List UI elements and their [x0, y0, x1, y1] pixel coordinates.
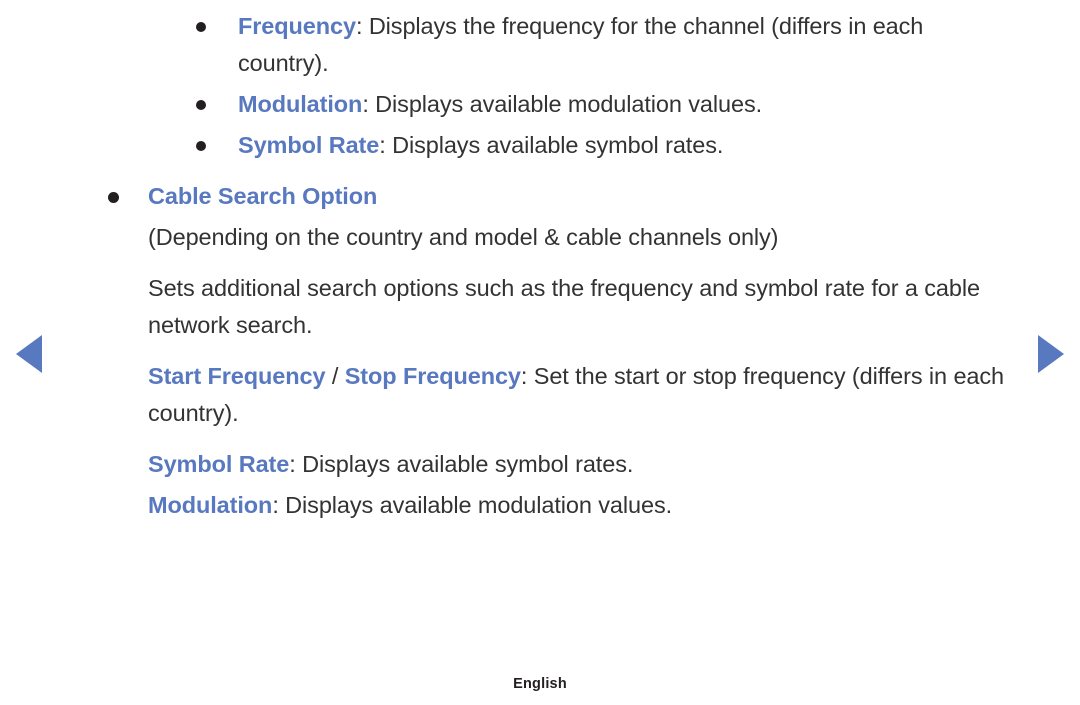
bullet-icon — [196, 141, 206, 151]
list-item-description: Displays available symbol rates. — [392, 132, 724, 158]
list-item-keyword: Frequency — [238, 13, 356, 39]
list-item-keyword: Symbol Rate — [238, 132, 380, 158]
bullet-icon — [196, 22, 206, 32]
section-heading: Cable Search Option — [108, 178, 1020, 215]
section-heading-label: Cable Search Option — [148, 183, 378, 209]
option-keyword-start: Start Frequency — [148, 363, 326, 389]
option-keyword: Modulation — [148, 492, 273, 518]
option-symbol-rate: Symbol Rate: Displays available symbol r… — [148, 446, 1022, 483]
section-note: (Depending on the country and model & ca… — [148, 224, 779, 250]
option-keyword-stop: Stop Frequency — [344, 363, 521, 389]
page-content: Frequency: Displays the frequency for th… — [0, 0, 1080, 524]
option-keyword: Symbol Rate — [148, 451, 290, 477]
list-item-separator: : — [355, 13, 369, 39]
list-item: Frequency: Displays the frequency for th… — [196, 8, 1008, 82]
list-item-separator: : — [379, 132, 393, 158]
option-start-stop-frequency: Start Frequency / Stop Frequency: Set th… — [148, 358, 1022, 432]
bullet-icon — [108, 192, 119, 203]
manual-page: Frequency: Displays the frequency for th… — [0, 0, 1080, 705]
list-item-description: Displays available modulation values. — [375, 91, 763, 117]
section-body: Sets additional search options such as t… — [148, 275, 980, 338]
bullet-icon — [196, 100, 206, 110]
option-separator: : — [272, 492, 286, 518]
list-item: Modulation: Displays available modulatio… — [196, 86, 1008, 123]
option-separator: : — [520, 363, 534, 389]
list-item-separator: : — [362, 91, 376, 117]
option-description: Displays available symbol rates. — [302, 451, 634, 477]
list-item-keyword: Modulation — [238, 91, 363, 117]
option-separator: : — [289, 451, 303, 477]
list-item: Symbol Rate: Displays available symbol r… — [196, 127, 1008, 164]
option-modulation: Modulation: Displays available modulatio… — [148, 487, 1022, 524]
option-description: Displays available modulation values. — [285, 492, 673, 518]
option-divider: / — [325, 363, 345, 389]
footer-language: English — [513, 676, 567, 692]
